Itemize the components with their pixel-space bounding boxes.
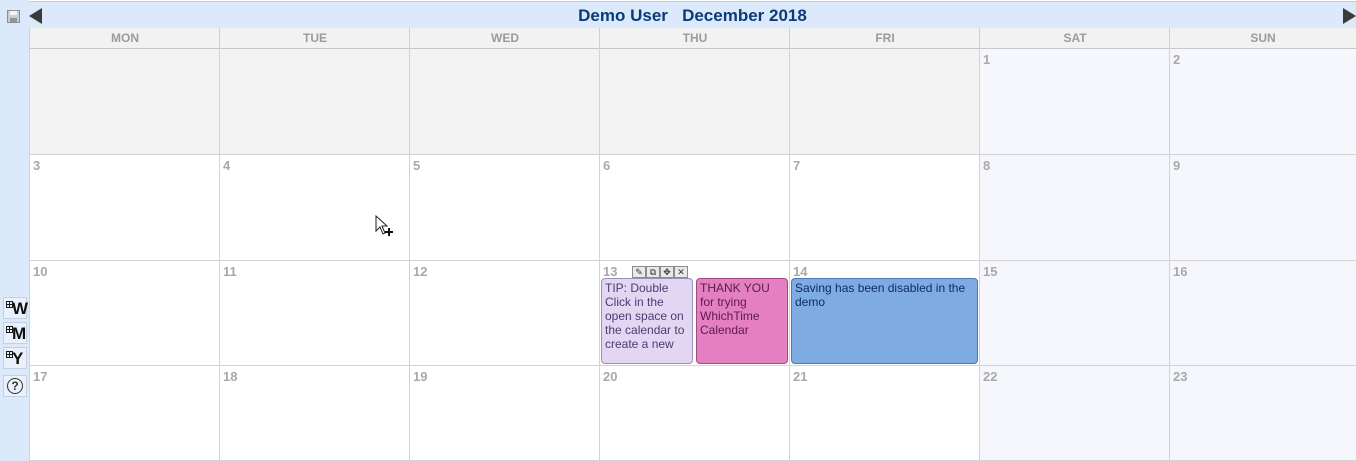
- year-view-label: Y: [12, 349, 24, 368]
- day-header-tue: TUE: [219, 28, 410, 49]
- day-number: 3: [33, 158, 41, 173]
- day-header-wed: WED: [409, 28, 600, 49]
- day-cell[interactable]: 16: [1169, 261, 1356, 366]
- day-number: 14: [793, 264, 808, 279]
- day-cell[interactable]: 19: [409, 366, 600, 461]
- day-cell[interactable]: [789, 49, 980, 155]
- day-number: 20: [603, 369, 618, 384]
- day-headers: MON TUE WED THU FRI SAT SUN: [29, 28, 1356, 49]
- day-number: 1: [983, 52, 991, 67]
- day-number: 19: [413, 369, 428, 384]
- day-number: 18: [223, 369, 238, 384]
- day-cell[interactable]: 8: [979, 155, 1170, 261]
- day-number: 15: [983, 264, 998, 279]
- day-cell[interactable]: [29, 49, 220, 155]
- copy-icon[interactable]: ⧉: [646, 266, 660, 278]
- month-view-label: M: [12, 324, 27, 343]
- day-number: 9: [1173, 158, 1181, 173]
- day-header-mon: MON: [29, 28, 220, 49]
- day-cell[interactable]: 20: [599, 366, 790, 461]
- day-number: 16: [1173, 264, 1188, 279]
- day-cell[interactable]: 22: [979, 366, 1170, 461]
- event-tip[interactable]: TIP: Double Click in the open space on t…: [601, 278, 693, 364]
- day-cell[interactable]: 21: [789, 366, 980, 461]
- move-icon[interactable]: ✥: [660, 266, 674, 278]
- day-number: 12: [413, 264, 428, 279]
- day-number: 13: [603, 264, 618, 279]
- save-icon[interactable]: [7, 10, 20, 23]
- day-cell[interactable]: 1: [979, 49, 1170, 155]
- day-cell[interactable]: 9: [1169, 155, 1356, 261]
- day-number: 23: [1173, 369, 1188, 384]
- day-cell[interactable]: [219, 49, 410, 155]
- day-header-thu: THU: [599, 28, 790, 49]
- day-cell[interactable]: 3: [29, 155, 220, 261]
- day-cell[interactable]: 23: [1169, 366, 1356, 461]
- day-header-sun: SUN: [1169, 28, 1356, 49]
- day-number: 11: [223, 264, 237, 279]
- user-name: Demo User: [578, 6, 668, 25]
- day-number: 22: [983, 369, 998, 384]
- day-number: 7: [793, 158, 801, 173]
- calendar-title: Demo User December 2018: [29, 6, 1356, 26]
- day-cell[interactable]: 10: [29, 261, 220, 366]
- day-number: 21: [793, 369, 808, 384]
- day-number: 6: [603, 158, 611, 173]
- month-label: December 2018: [682, 6, 807, 25]
- day-number: 2: [1173, 52, 1181, 67]
- day-cell[interactable]: 6: [599, 155, 790, 261]
- title-bar: Demo User December 2018: [29, 1, 1356, 28]
- day-cell[interactable]: 2: [1169, 49, 1356, 155]
- week-view-label: W: [12, 299, 29, 318]
- month-view-button[interactable]: M: [3, 322, 27, 344]
- day-header-sat: SAT: [979, 28, 1170, 49]
- day-number: 4: [223, 158, 231, 173]
- day-cell[interactable]: 18: [219, 366, 410, 461]
- year-view-button[interactable]: Y: [3, 347, 27, 369]
- day-number: 17: [33, 369, 48, 384]
- day-header-fri: FRI: [789, 28, 980, 49]
- day-number: 5: [413, 158, 421, 173]
- edit-icon[interactable]: ✎: [632, 266, 646, 278]
- event-toolbar: ✎ ⧉ ✥ ✕: [632, 266, 688, 278]
- day-cell[interactable]: 15: [979, 261, 1170, 366]
- next-month-arrow-icon[interactable]: [1343, 8, 1356, 24]
- day-cell[interactable]: 5: [409, 155, 600, 261]
- day-cell[interactable]: 11: [219, 261, 410, 366]
- day-cell[interactable]: 12: [409, 261, 600, 366]
- day-cell[interactable]: [409, 49, 600, 155]
- day-cell[interactable]: [599, 49, 790, 155]
- delete-icon[interactable]: ✕: [674, 266, 688, 278]
- day-number: 10: [33, 264, 48, 279]
- day-cell[interactable]: 17: [29, 366, 220, 461]
- help-icon: ?: [7, 378, 23, 394]
- cursor-add-icon: [375, 215, 393, 236]
- event-saving-disabled[interactable]: Saving has been disabled in the demo: [791, 278, 978, 364]
- sidebar: W M Y ?: [0, 0, 29, 461]
- day-number: 8: [983, 158, 991, 173]
- event-thank-you[interactable]: THANK YOU for trying WhichTime Calendar: [696, 278, 788, 364]
- help-button[interactable]: ?: [3, 375, 27, 397]
- week-view-button[interactable]: W: [3, 297, 29, 319]
- day-cell[interactable]: 4: [219, 155, 410, 261]
- day-cell[interactable]: 7: [789, 155, 980, 261]
